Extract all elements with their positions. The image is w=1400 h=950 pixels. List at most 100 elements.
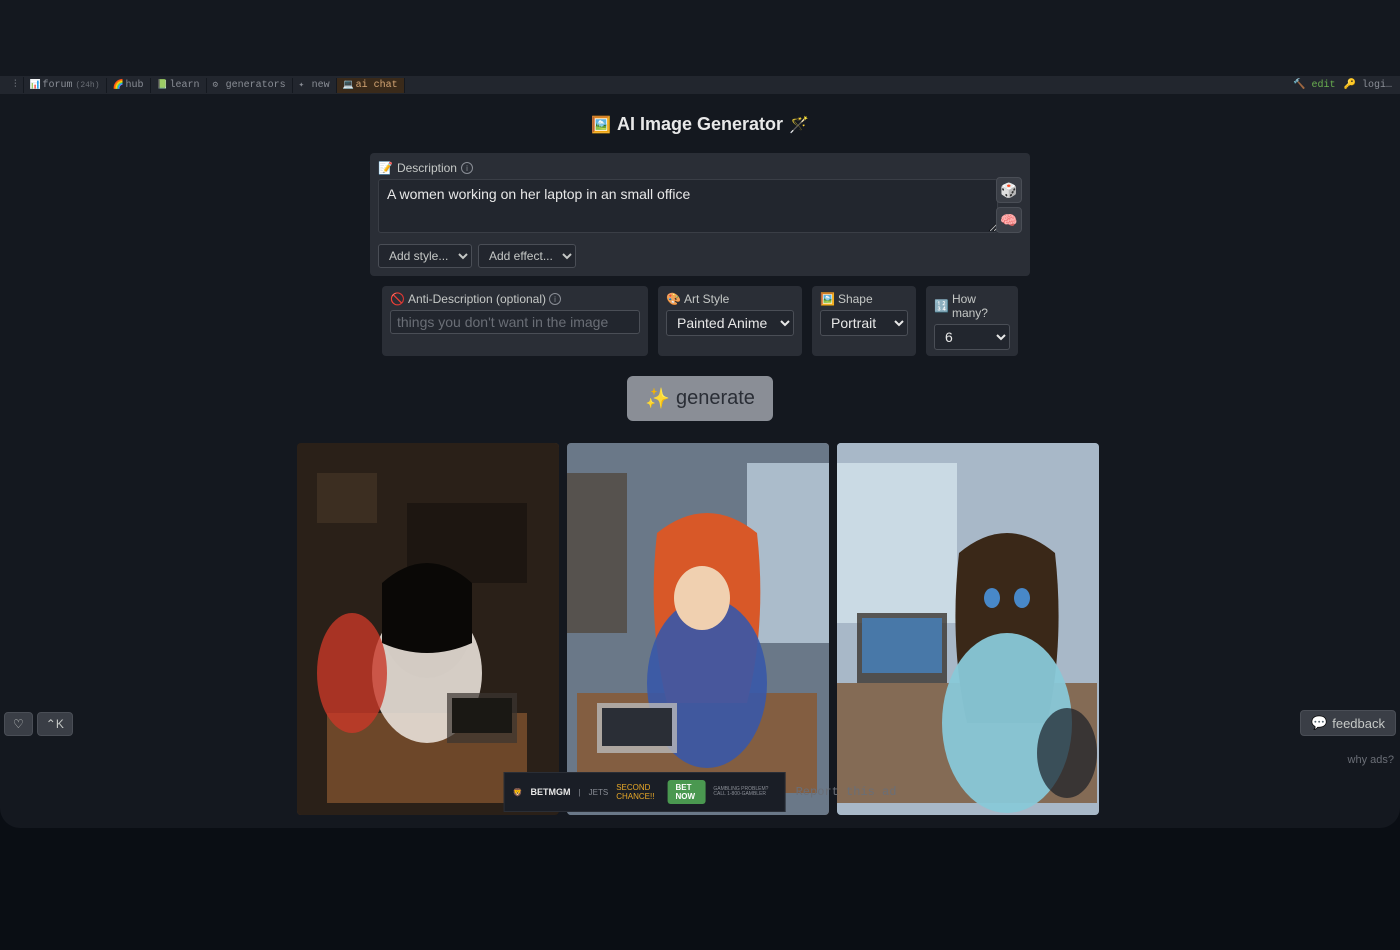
learn-icon: 📗 bbox=[157, 80, 167, 90]
new-icon: ✦ bbox=[299, 80, 309, 90]
ad-brand: BETMGM bbox=[531, 787, 571, 797]
nav-login-link[interactable]: 🔑 logi… bbox=[1344, 79, 1392, 91]
number-icon: 🔢 bbox=[934, 299, 949, 313]
how-many-label-text: How many? bbox=[952, 292, 1010, 320]
shape-label: 🖼️ Shape bbox=[820, 292, 908, 306]
ad-cta-button[interactable]: BET NOW bbox=[667, 780, 705, 804]
description-label-text: Description bbox=[397, 161, 457, 175]
app-frame: ⫶ 📊 forum (24h) 🌈 hub 📗 learn ⚙ generato… bbox=[0, 0, 1400, 828]
nav-signal-icon[interactable]: ⫶ bbox=[8, 77, 24, 93]
login-label: logi… bbox=[1362, 80, 1392, 91]
why-ads-link[interactable]: why ads? bbox=[1348, 754, 1394, 766]
ad-divider: | bbox=[579, 788, 581, 797]
how-many-group: 🔢 How many? 6 bbox=[926, 286, 1018, 356]
memo-icon: 📝 bbox=[378, 161, 393, 175]
nav-bar: ⫶ 📊 forum (24h) 🌈 hub 📗 learn ⚙ generato… bbox=[0, 76, 1400, 94]
nav-item-generators[interactable]: ⚙ generators bbox=[207, 78, 293, 93]
brain-button[interactable]: 🧠 bbox=[996, 207, 1022, 233]
anti-description-input[interactable] bbox=[390, 310, 640, 334]
heart-icon: ♡ bbox=[13, 717, 24, 731]
add-effect-select[interactable]: Add effect... bbox=[478, 244, 576, 268]
frame-icon: 🖼️ bbox=[820, 292, 835, 306]
ad-tagline: SECOND CHANCE!! bbox=[616, 783, 659, 801]
nav-label: learn bbox=[170, 80, 200, 91]
speech-icon: 💬 bbox=[1311, 715, 1327, 731]
description-label: 📝 Description i bbox=[378, 161, 1022, 175]
nav-edit-link[interactable]: 🔨 edit bbox=[1293, 79, 1335, 91]
generate-button[interactable]: ✨ generate bbox=[627, 376, 773, 421]
options-row: 🚫 Anti-Description (optional) i 🎨 Art St… bbox=[370, 286, 1030, 356]
page-title: 🖼️ AI Image Generator 🪄 bbox=[591, 114, 809, 135]
edit-label: edit bbox=[1312, 80, 1336, 91]
brain-icon: 🧠 bbox=[1000, 212, 1017, 229]
heart-button[interactable]: ♡ bbox=[4, 712, 33, 736]
nav-left: ⫶ 📊 forum (24h) 🌈 hub 📗 learn ⚙ generato… bbox=[8, 77, 405, 93]
ad-banner[interactable]: 🦁 BETMGM | JETS SECOND CHANCE!! BET NOW … bbox=[504, 772, 786, 812]
feedback-button[interactable]: 💬 feedback bbox=[1300, 710, 1396, 736]
hub-icon: 🌈 bbox=[113, 80, 123, 90]
how-many-select[interactable]: 6 bbox=[934, 324, 1010, 350]
top-spacer bbox=[0, 0, 1400, 76]
title-text: AI Image Generator bbox=[617, 114, 783, 135]
ad-sub: JETS bbox=[589, 788, 609, 797]
ad-bar: 🦁 BETMGM | JETS SECOND CHANCE!! BET NOW … bbox=[504, 772, 897, 812]
info-icon[interactable]: i bbox=[461, 162, 473, 174]
ad-logo-icon: 🦁 bbox=[513, 788, 523, 797]
result-image-3[interactable] bbox=[837, 443, 1099, 815]
info-icon[interactable]: i bbox=[549, 293, 561, 305]
key-icon: 🔑 bbox=[1344, 80, 1356, 91]
signal-icon: ⫶ bbox=[14, 79, 17, 91]
anti-label-text: Anti-Description (optional) bbox=[408, 292, 546, 306]
palette-icon: 🎨 bbox=[666, 292, 681, 306]
anime-illustration-3 bbox=[837, 443, 1099, 815]
description-input[interactable]: A women working on her laptop in an smal… bbox=[378, 179, 998, 233]
prohibited-icon: 🚫 bbox=[390, 292, 405, 306]
nav-item-hub[interactable]: 🌈 hub bbox=[107, 78, 151, 93]
description-panel: 📝 Description i A women working on her l… bbox=[370, 153, 1030, 276]
shortcut-button[interactable]: ⌃K bbox=[37, 712, 73, 736]
anti-label: 🚫 Anti-Description (optional) i bbox=[390, 292, 640, 306]
title-prefix-icon: 🖼️ bbox=[591, 115, 611, 135]
wand-icon: 🪄 bbox=[789, 115, 809, 135]
result-image-1[interactable] bbox=[297, 443, 559, 815]
hammer-icon: 🔨 bbox=[1293, 80, 1305, 91]
ad-fine-print: GAMBLING PROBLEM? CALL 1-800-GAMBLER bbox=[713, 787, 776, 797]
style-row: Add style... Add effect... bbox=[378, 244, 1022, 268]
nav-label: ai chat bbox=[356, 80, 398, 91]
generators-icon: ⚙ bbox=[213, 80, 223, 90]
ai-chat-icon: 💻 bbox=[343, 80, 353, 90]
nav-right: 🔨 edit 🔑 logi… bbox=[1293, 79, 1392, 91]
generate-label: generate bbox=[676, 387, 755, 410]
how-many-label: 🔢 How many? bbox=[934, 292, 1010, 320]
anime-illustration-2 bbox=[567, 443, 829, 815]
nav-item-learn[interactable]: 📗 learn bbox=[151, 78, 207, 93]
results-grid bbox=[297, 443, 1103, 815]
dice-icon: 🎲 bbox=[1000, 182, 1017, 199]
nav-label: hub bbox=[126, 80, 144, 91]
side-buttons: 🎲 🧠 bbox=[996, 177, 1022, 233]
nav-label: generators bbox=[226, 80, 286, 91]
nav-item-forum[interactable]: 📊 forum (24h) bbox=[24, 78, 107, 93]
nav-count: (24h) bbox=[76, 81, 100, 90]
art-style-group: 🎨 Art Style Painted Anime bbox=[658, 286, 802, 356]
shape-group: 🖼️ Shape Portrait bbox=[812, 286, 916, 356]
art-style-label: 🎨 Art Style bbox=[666, 292, 794, 306]
shape-select[interactable]: Portrait bbox=[820, 310, 908, 336]
nav-item-new[interactable]: ✦ new bbox=[293, 78, 337, 93]
art-style-select[interactable]: Painted Anime bbox=[666, 310, 794, 336]
dice-button[interactable]: 🎲 bbox=[996, 177, 1022, 203]
nav-label: new bbox=[312, 80, 330, 91]
anti-description-group: 🚫 Anti-Description (optional) i bbox=[382, 286, 648, 356]
shape-label-text: Shape bbox=[838, 292, 873, 306]
nav-label: forum bbox=[43, 80, 73, 91]
sparkles-icon: ✨ bbox=[645, 386, 670, 411]
nav-item-ai-chat[interactable]: 💻 ai chat bbox=[337, 78, 405, 93]
add-style-select[interactable]: Add style... bbox=[378, 244, 472, 268]
bottom-left-controls: ♡ ⌃K bbox=[4, 712, 73, 736]
report-ad-link[interactable]: Report this ad bbox=[796, 785, 897, 799]
feedback-label: feedback bbox=[1332, 716, 1385, 731]
main-content: 🖼️ AI Image Generator 🪄 📝 Description i … bbox=[0, 94, 1400, 815]
result-image-2[interactable] bbox=[567, 443, 829, 815]
art-style-label-text: Art Style bbox=[684, 292, 729, 306]
anime-illustration-1 bbox=[297, 443, 559, 815]
